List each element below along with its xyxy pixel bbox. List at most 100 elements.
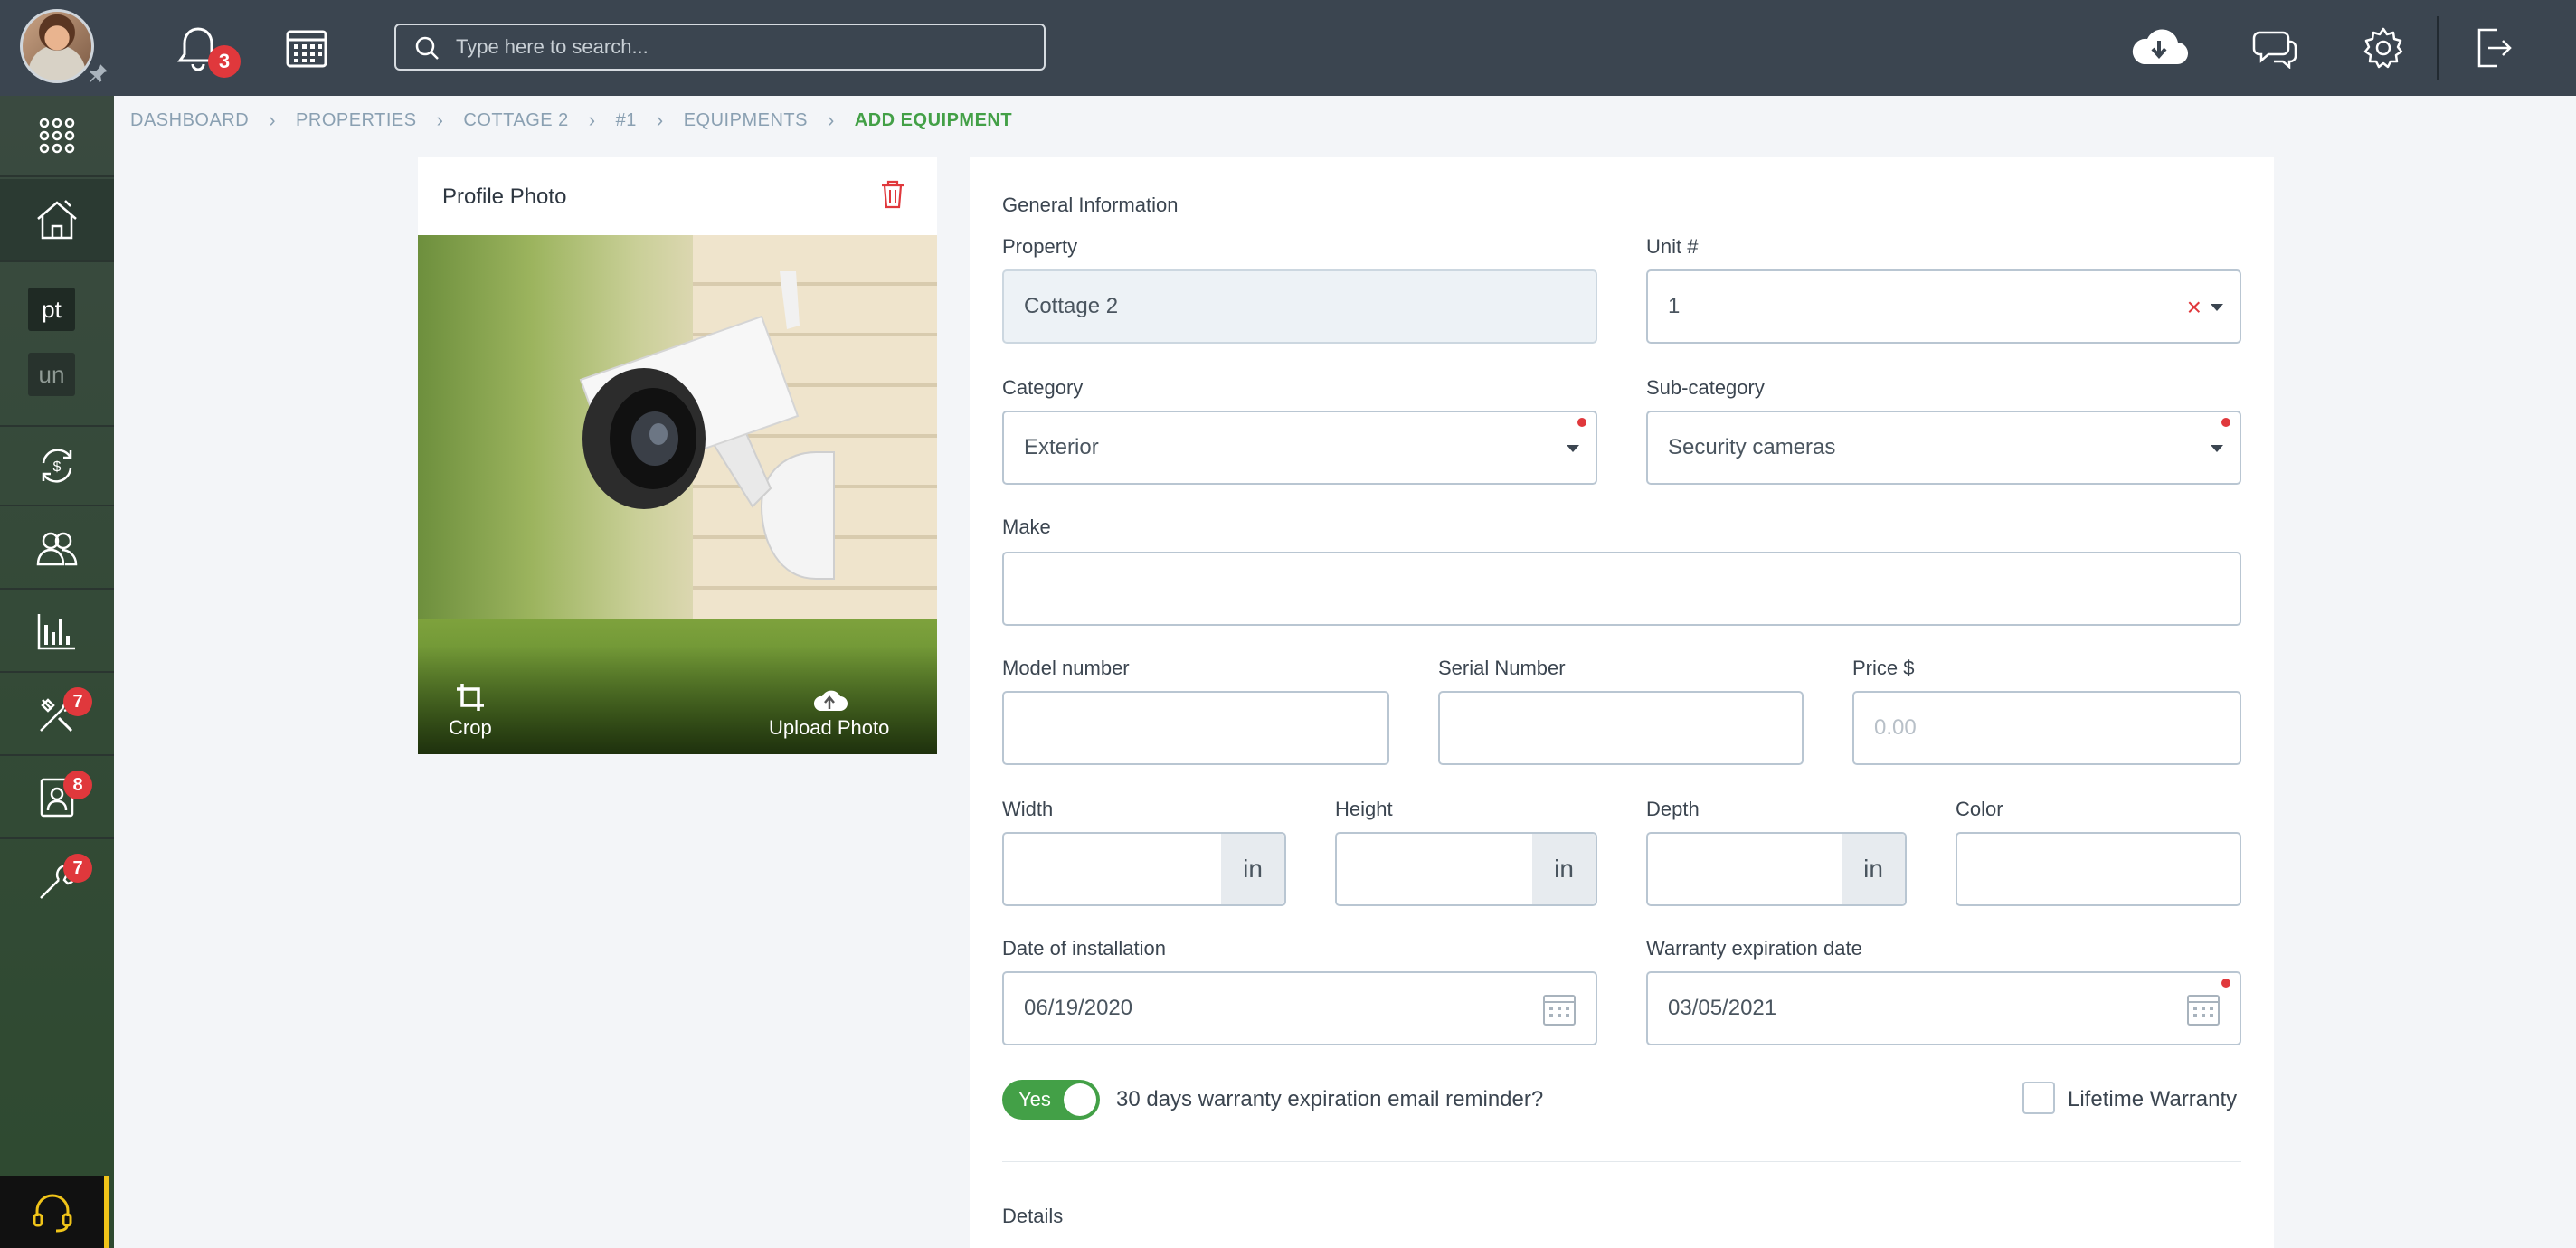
color-label: Color xyxy=(1956,798,2003,820)
serial-number-input[interactable] xyxy=(1438,691,1804,765)
support-button[interactable] xyxy=(0,1176,109,1248)
property-label: Property xyxy=(1002,235,1078,258)
breadcrumb-unit[interactable]: #1 xyxy=(616,110,637,131)
required-indicator xyxy=(2221,418,2230,427)
warranty-date-label: Warranty expiration date xyxy=(1646,937,1862,960)
property-value: Cottage 2 xyxy=(1024,294,1119,318)
profile-photo-card: Profile Photo Crop Upload Photo xyxy=(418,157,937,754)
chevron-down-icon[interactable] xyxy=(2211,304,2223,311)
toggle-knob xyxy=(1064,1083,1096,1116)
user-avatar[interactable] xyxy=(20,9,94,83)
tenants-count-badge: 8 xyxy=(63,771,92,799)
category-label: Category xyxy=(1002,376,1084,399)
pin-icon[interactable] xyxy=(87,61,110,85)
search-input[interactable] xyxy=(456,35,1044,59)
dollar-cycle-icon: $ xyxy=(42,449,72,483)
sidebar-item-apps[interactable] xyxy=(0,96,114,177)
maintenance-count-badge: 7 xyxy=(63,687,92,716)
warranty-date-input[interactable]: 03/05/2021 xyxy=(1646,971,2241,1045)
sidebar-item-people[interactable] xyxy=(0,508,114,590)
depth-label: Depth xyxy=(1646,798,1700,820)
calendar-icon[interactable] xyxy=(2185,991,2221,1027)
chat-icon[interactable] xyxy=(2249,22,2301,74)
search-icon xyxy=(415,36,439,60)
sidebar-item-tools[interactable]: 7 xyxy=(0,841,114,922)
depth-input[interactable]: in xyxy=(1646,832,1907,906)
general-information-title: General Information xyxy=(1002,194,1179,216)
details-title: Details xyxy=(1002,1205,1064,1227)
reminder-toggle[interactable]: Yes xyxy=(1002,1080,1100,1120)
height-label: Height xyxy=(1335,798,1393,820)
tools-count-badge: 7 xyxy=(63,854,92,883)
breadcrumb-properties[interactable]: PROPERTIES xyxy=(296,110,417,131)
cloud-download-icon[interactable] xyxy=(2129,22,2189,74)
house-icon xyxy=(37,200,77,240)
top-bar: 3 xyxy=(0,0,2576,96)
make-label: Make xyxy=(1002,515,1051,538)
width-label: Width xyxy=(1002,798,1054,820)
cloud-upload-icon xyxy=(813,690,848,711)
sidebar-item-maintenance[interactable]: 7 xyxy=(0,675,114,756)
clear-icon[interactable]: × xyxy=(2187,293,2202,322)
width-input[interactable]: in xyxy=(1002,832,1286,906)
required-indicator xyxy=(2221,979,2230,988)
subcategory-value: Security cameras xyxy=(1668,435,1836,459)
sidebar-item-finance[interactable]: $ xyxy=(0,425,114,506)
breadcrumb-separator: › xyxy=(656,109,664,131)
notification-bell-icon[interactable]: 3 xyxy=(172,22,241,78)
unit-label: Unit # xyxy=(1646,235,1699,258)
required-indicator xyxy=(1577,418,1586,427)
depth-unit: in xyxy=(1842,834,1905,904)
sidebar-tag-pt[interactable]: pt xyxy=(28,288,75,331)
equipment-photo: Crop Upload Photo xyxy=(418,235,937,754)
breadcrumb-separator: › xyxy=(436,109,444,131)
sidebar-tag-un[interactable]: un xyxy=(28,353,75,396)
lifetime-warranty-checkbox[interactable] xyxy=(2022,1082,2055,1114)
subcategory-select[interactable]: Security cameras xyxy=(1646,411,2241,485)
width-unit: in xyxy=(1221,834,1284,904)
unit-select[interactable]: 1 × xyxy=(1646,269,2241,344)
sidebar-item-tenants[interactable]: 8 xyxy=(0,758,114,839)
svg-text:$: $ xyxy=(53,459,62,475)
security-camera-image xyxy=(579,271,835,580)
crop-button[interactable]: Crop xyxy=(449,682,492,740)
color-input[interactable] xyxy=(1956,832,2241,906)
breadcrumb-dashboard[interactable]: DASHBOARD xyxy=(130,110,249,131)
breadcrumb-separator: › xyxy=(269,109,277,131)
upload-photo-button[interactable]: Upload Photo xyxy=(769,689,889,740)
price-label: Price $ xyxy=(1852,657,1915,679)
sidebar-item-reports[interactable] xyxy=(0,591,114,673)
sidebar-item-properties[interactable] xyxy=(0,179,114,262)
calendar-icon[interactable] xyxy=(280,22,333,74)
crop-label: Crop xyxy=(449,716,492,739)
category-select[interactable]: Exterior xyxy=(1002,411,1597,485)
trash-icon[interactable] xyxy=(879,179,906,210)
breadcrumb-current: ADD EQUIPMENT xyxy=(854,109,1013,130)
breadcrumb-equipments[interactable]: EQUIPMENTS xyxy=(684,110,808,131)
gear-icon[interactable] xyxy=(2357,22,2410,74)
users-icon xyxy=(36,532,78,566)
subcategory-label: Sub-category xyxy=(1646,376,1765,399)
breadcrumb-property[interactable]: COTTAGE 2 xyxy=(463,110,568,131)
installation-date-input[interactable]: 06/19/2020 xyxy=(1002,971,1597,1045)
model-number-input[interactable] xyxy=(1002,691,1389,765)
reminder-text: 30 days warranty expiration email remind… xyxy=(1116,1087,1544,1111)
search-bar[interactable] xyxy=(394,24,1046,71)
bar-chart-icon xyxy=(37,614,75,650)
make-input[interactable] xyxy=(1002,552,2241,626)
breadcrumb-separator: › xyxy=(827,109,835,131)
price-input[interactable]: 0.00 xyxy=(1852,691,2241,765)
property-field: Cottage 2 xyxy=(1002,269,1597,344)
lifetime-warranty-label[interactable]: Lifetime Warranty xyxy=(2068,1087,2237,1112)
chevron-down-icon[interactable] xyxy=(2211,445,2223,452)
chevron-down-icon[interactable] xyxy=(1567,445,1579,452)
crop-icon xyxy=(456,684,484,711)
logout-icon[interactable] xyxy=(2467,22,2520,74)
installation-date-label: Date of installation xyxy=(1002,937,1166,960)
breadcrumb-separator: › xyxy=(588,109,596,131)
serial-number-label: Serial Number xyxy=(1438,657,1566,679)
height-input[interactable]: in xyxy=(1335,832,1597,906)
calendar-icon[interactable] xyxy=(1541,991,1577,1027)
section-divider xyxy=(1002,1161,2241,1162)
topbar-divider xyxy=(2437,16,2439,80)
